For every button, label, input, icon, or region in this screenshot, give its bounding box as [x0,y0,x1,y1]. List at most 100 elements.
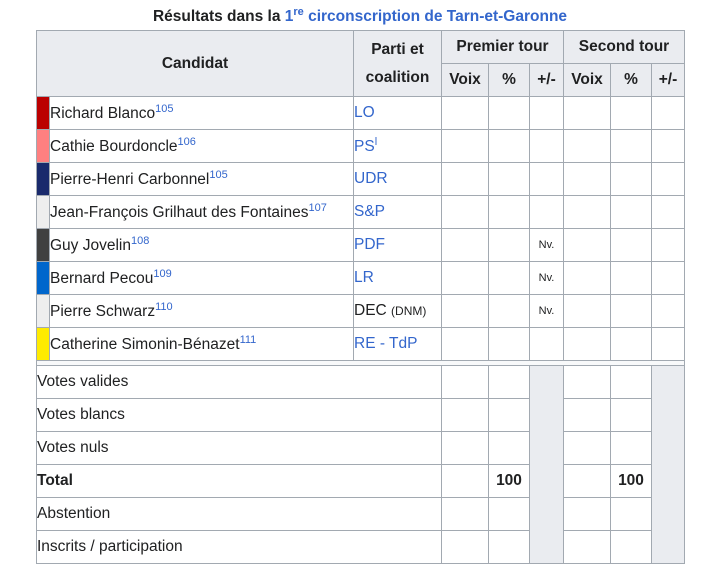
result-cell [651,228,685,262]
circonscription-link[interactable]: 1re circonscription de Tarn-et-Garonne [285,6,567,25]
reference-link[interactable]: 109 [153,268,171,280]
summary-pct-1 [488,497,530,531]
summary-label: Votes blancs [36,398,442,432]
summary-voix-2 [563,431,611,465]
reference-link[interactable]: 107 [308,202,326,214]
caption-prefix: Résultats dans la [152,8,285,26]
new-party-marker: Nv. [529,294,564,328]
party-link[interactable]: LR [354,269,374,286]
summary-row: Votes blancs [36,398,685,432]
summary-voix-2 [563,530,611,564]
party-link[interactable]: UDR [354,170,388,187]
summary-pct-1: 100 [488,464,530,498]
result-cell [563,96,611,130]
reference-link[interactable]: 105 [209,169,227,181]
header-parti: Parti et coalition [353,30,442,97]
candidate-row: Pierre-Henri Carbonnel105 UDR [36,162,685,196]
result-cell [651,294,685,328]
result-cell [488,96,530,130]
header-diff-2: +/- [651,63,685,97]
result-cell [488,129,530,163]
party-color-bar [36,96,50,130]
result-cell [441,195,489,229]
result-cell [529,96,564,130]
candidate-row: Bernard Pecou109 LR Nv. [36,261,685,295]
result-cell [529,162,564,196]
result-cell [488,327,530,361]
candidate-name-text: Catherine Simonin-Bénazet [50,336,240,354]
result-cell [563,327,611,361]
party-color-bar [36,327,50,361]
candidate-party: S&P [353,195,442,229]
header-pct-2: % [610,63,652,97]
candidate-name: Cathie Bourdoncle106 [49,129,354,163]
result-cell [610,96,652,130]
summary-voix-1 [441,530,489,564]
summary-voix-2 [563,497,611,531]
summary-label: Inscrits / participation [36,530,442,564]
result-cell [610,261,652,295]
result-cell [529,129,564,163]
reference-link[interactable]: 110 [155,301,173,313]
party-link[interactable]: S&P [354,203,385,220]
candidate-name: Jean-François Grilhaut des Fontaines107 [49,195,354,229]
result-cell [529,327,564,361]
result-cell [651,96,685,130]
summary-label: Votes valides [36,365,442,399]
summary-row: Votes nuls [36,431,685,465]
summary-voix-2 [563,398,611,432]
candidate-name-text: Guy Jovelin [50,237,131,255]
summary-pct-1 [488,398,530,432]
result-cell [610,294,652,328]
result-cell [563,129,611,163]
header-second-tour: Second tour [563,30,685,64]
header-diff-1: +/- [529,63,564,97]
party-link[interactable]: PDF [354,236,385,253]
summary-voix-1 [441,365,489,399]
result-cell [651,129,685,163]
summary-row: Votes valides [36,365,685,564]
result-cell [441,96,489,130]
result-cell [563,162,611,196]
result-cell [563,294,611,328]
header-pct-1: % [488,63,530,97]
summary-label: Total [36,464,442,498]
reference-link[interactable]: 106 [178,136,196,148]
result-cell [529,195,564,229]
result-cell [651,327,685,361]
candidate-party: PDF [353,228,442,262]
candidate-name-text: Bernard Pecou [50,270,154,288]
reference-link[interactable]: 111 [240,334,257,346]
header-voix-1: Voix [441,63,489,97]
party-link[interactable]: LO [354,104,375,121]
summary-label: Votes nuls [36,431,442,465]
ordinal-superscript: re [293,6,304,18]
party-link[interactable]: PS [354,138,375,155]
header-premier-tour: Premier tour [441,30,564,64]
result-cell [610,195,652,229]
summary-row: Inscrits / participation [36,530,685,564]
summary-voix-1 [441,497,489,531]
candidate-party: PSl [353,129,442,163]
candidate-name-text: Cathie Bourdoncle [50,138,178,156]
result-cell [488,261,530,295]
summary-voix-1 [441,398,489,432]
result-cell [488,195,530,229]
summary-pct-1 [488,431,530,465]
result-cell [563,228,611,262]
party-link[interactable]: RE - TdP [354,335,417,352]
summary-pct-1 [488,530,530,564]
result-cell [610,129,652,163]
result-cell [441,228,489,262]
reference-link[interactable]: 108 [131,235,149,247]
candidate-row: Richard Blanco105 LO [36,96,685,130]
candidate-name-text: Pierre-Henri Carbonnel [50,171,210,189]
reference-link[interactable]: 105 [155,103,173,115]
result-cell [488,228,530,262]
header-candidat: Candidat [36,30,354,97]
result-cell [441,261,489,295]
new-party-marker: Nv. [529,228,564,262]
result-cell [563,195,611,229]
result-cell [610,162,652,196]
result-cell [488,294,530,328]
